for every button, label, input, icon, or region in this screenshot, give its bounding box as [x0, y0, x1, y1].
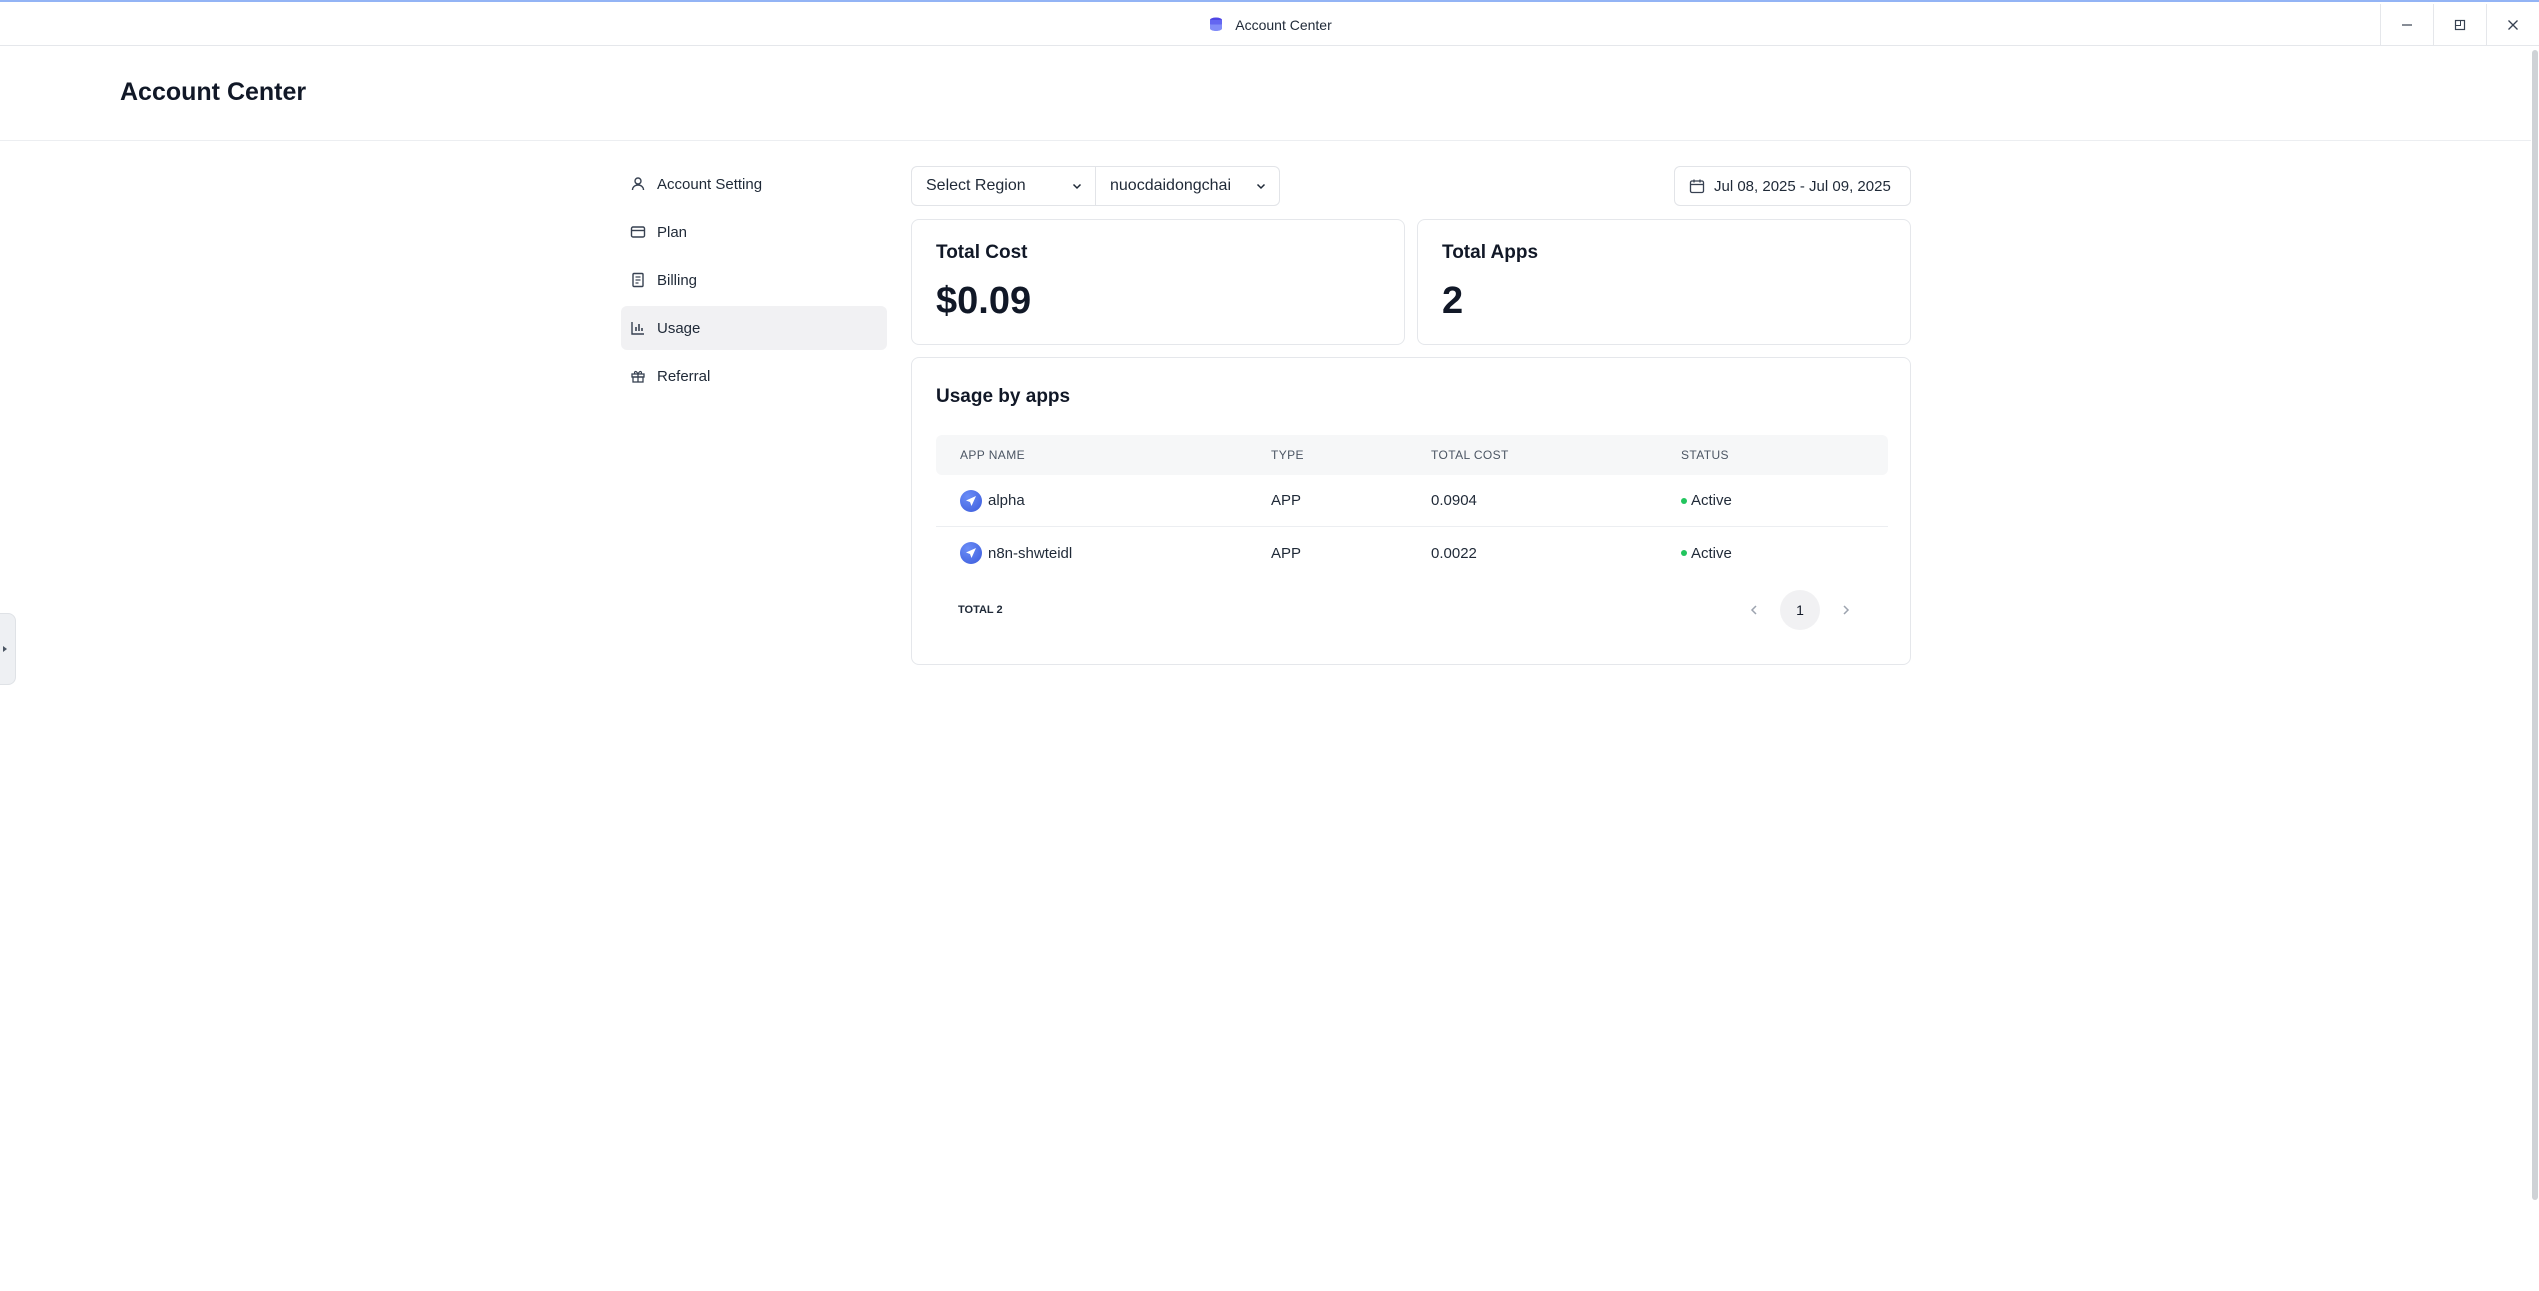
- sidebar-nav: Account Setting Plan Billing Usage Refer…: [621, 162, 887, 402]
- chevron-right-icon: [1843, 605, 1850, 615]
- calendar-icon: [1689, 179, 1705, 194]
- total-apps-card: Total Apps 2: [1417, 219, 1911, 345]
- pagination: 1: [1742, 590, 1888, 630]
- column-header-status: STATUS: [1681, 448, 1729, 462]
- chevron-down-icon: [1072, 183, 1082, 190]
- usage-card-title: Usage by apps: [936, 386, 1071, 407]
- usage-table: APP NAME TYPE TOTAL COST STATUS alpha AP…: [936, 435, 1888, 579]
- window-controls: [2380, 4, 2539, 46]
- sidebar-item-referral[interactable]: Referral: [621, 354, 887, 398]
- total-cost-label: Total Cost: [936, 242, 1028, 263]
- app-status-cell: Active: [1681, 492, 1888, 509]
- restore-icon: [2454, 19, 2466, 31]
- usage-by-apps-card: Usage by apps APP NAME TYPE TOTAL COST S…: [911, 357, 1911, 665]
- chevron-left-icon: [1750, 605, 1757, 615]
- sidebar-item-label: Referral: [657, 367, 711, 385]
- sidebar-item-plan[interactable]: Plan: [621, 210, 887, 254]
- title-bar: Account Center: [0, 4, 2539, 46]
- prev-page-button[interactable]: [1742, 598, 1766, 622]
- minimize-button[interactable]: [2380, 4, 2433, 46]
- date-range-value: Jul 08, 2025 - Jul 09, 2025: [1714, 177, 1891, 195]
- app-name: n8n-shwteidl: [988, 544, 1073, 562]
- rocket-icon: [960, 489, 982, 512]
- total-cost-card: Total Cost $0.09: [911, 219, 1405, 345]
- date-range-picker[interactable]: Jul 08, 2025 - Jul 09, 2025: [1674, 166, 1911, 206]
- status-dot: [1681, 550, 1687, 556]
- maximize-button[interactable]: [2433, 4, 2486, 46]
- next-page-button[interactable]: [1834, 598, 1858, 622]
- page-header: Account Center: [0, 46, 2532, 141]
- sidebar-item-label: Billing: [657, 271, 698, 289]
- total-count: TOTAL 2: [958, 604, 1003, 616]
- column-header-total-cost: TOTAL COST: [1431, 448, 1509, 462]
- status-dot: [1681, 497, 1687, 504]
- close-button[interactable]: [2486, 4, 2539, 46]
- region-select[interactable]: Select Region: [911, 166, 1096, 206]
- sidebar-item-billing[interactable]: Billing: [621, 258, 887, 302]
- total-cost-value: $0.09: [936, 280, 1032, 322]
- page-button[interactable]: 1: [1780, 590, 1820, 630]
- chevron-right-icon: [3, 646, 7, 652]
- account-select-value: nuocdaidongchai: [1110, 177, 1231, 194]
- scrollbar-thumb[interactable]: [2532, 50, 2538, 1200]
- page-title: Account Center: [120, 78, 307, 106]
- sidebar-item-usage[interactable]: Usage: [621, 306, 887, 350]
- region-select-value: Select Region: [926, 177, 1026, 194]
- table-footer: TOTAL 2 1: [936, 590, 1888, 630]
- minimize-icon: [2402, 24, 2412, 26]
- app-cost: 0.0022: [1431, 544, 1477, 562]
- filter-bar: Select Region nuocdaidongchai: [911, 166, 1280, 206]
- status-badge: Active: [1691, 544, 1732, 562]
- title-wrap: Account Center: [1207, 16, 1332, 34]
- column-header-type: TYPE: [1271, 448, 1304, 462]
- rocket-icon: [960, 542, 982, 564]
- app-window: Account Center Account Center Account Se…: [0, 0, 2539, 1291]
- account-select[interactable]: nuocdaidongchai: [1096, 166, 1280, 206]
- app-status-cell: Active: [1681, 545, 1888, 562]
- table-header: APP NAME TYPE TOTAL COST STATUS: [936, 435, 1888, 475]
- sidebar-item-label: Account Setting: [657, 175, 763, 193]
- window-title: Account Center: [1235, 16, 1332, 33]
- chevron-down-icon: [1256, 183, 1266, 190]
- total-apps-value: 2: [1442, 280, 1464, 322]
- app-type: APP: [1271, 492, 1302, 509]
- sidebar-item-label: Plan: [657, 223, 688, 241]
- column-header-app-name: APP NAME: [960, 448, 1025, 462]
- credit-card-icon: [629, 223, 647, 241]
- database-icon: [1207, 16, 1225, 34]
- app-name: alpha: [988, 492, 1025, 509]
- table-row[interactable]: n8n-shwteidl APP 0.0022 Active: [936, 527, 1888, 579]
- status-badge: Active: [1691, 492, 1732, 509]
- table-row[interactable]: alpha APP 0.0904 Active: [936, 475, 1888, 527]
- bar-chart-icon: [629, 319, 647, 337]
- user-icon: [629, 175, 647, 193]
- side-drawer-toggle[interactable]: [0, 613, 16, 685]
- app-name-cell: n8n-shwteidl: [936, 542, 1271, 564]
- total-apps-label: Total Apps: [1442, 242, 1539, 263]
- receipt-icon: [629, 271, 647, 289]
- sidebar-item-account-setting[interactable]: Account Setting: [621, 162, 887, 206]
- app-name-cell: alpha: [936, 489, 1271, 512]
- app-type: APP: [1271, 544, 1302, 562]
- close-icon: [2508, 20, 2518, 30]
- sidebar-item-label: Usage: [657, 319, 701, 337]
- app-cost: 0.0904: [1431, 492, 1477, 509]
- gift-icon: [629, 367, 647, 385]
